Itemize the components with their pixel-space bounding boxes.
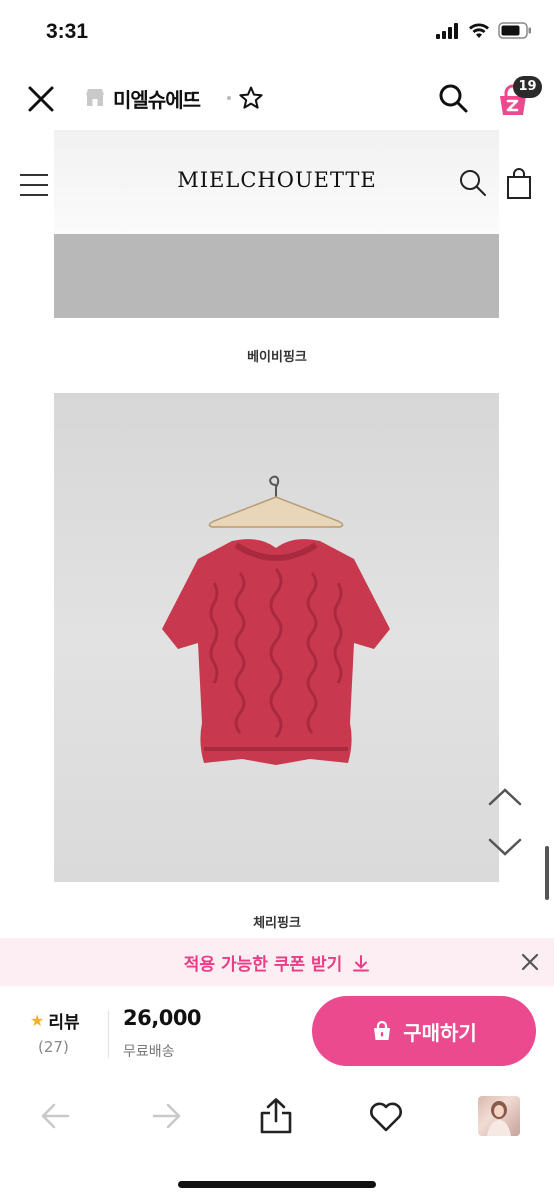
close-icon[interactable]: [24, 82, 58, 116]
review-label: 리뷰: [48, 1013, 80, 1033]
heart-icon[interactable]: [366, 1096, 406, 1136]
buy-button[interactable]: 구매하기: [312, 996, 536, 1066]
product-image-babypink: [54, 234, 499, 318]
status-time: 3:31: [46, 20, 89, 43]
page: 3:31 미엘슈에뜨 19 MIELCHOUETTE 베이비핑크 체리핑크 적용…: [0, 0, 554, 1200]
shop-header: MIELCHOUETTE: [0, 136, 554, 234]
download-icon: [353, 955, 370, 972]
review-button[interactable]: ★ 리뷰: [30, 1008, 80, 1033]
color-caption: 베이비핑크: [247, 350, 307, 365]
review-count: (27): [38, 1038, 69, 1056]
scrollbar[interactable]: [545, 846, 549, 900]
separator-dot: [227, 96, 231, 100]
coupon-label: 적용 가능한 쿠폰 받기: [183, 955, 343, 975]
battery-icon: [498, 22, 531, 39]
star-icon[interactable]: [238, 85, 264, 111]
divider: [108, 1010, 109, 1058]
cart-count-badge: 19: [513, 76, 542, 98]
signal-icon: [436, 22, 458, 39]
status-icons: [436, 22, 532, 39]
store-name[interactable]: 미엘슈에뜨: [113, 84, 201, 113]
shipping-info: 무료배송: [123, 1044, 175, 1060]
scroll-nav: [488, 788, 522, 856]
coupon-banner[interactable]: 적용 가능한 쿠폰 받기: [0, 938, 554, 986]
home-indicator: [178, 1181, 376, 1188]
color-caption: 체리핑크: [253, 916, 301, 931]
product-image-cherrypink: [54, 393, 499, 882]
wifi-icon: [469, 23, 489, 38]
buy-label: 구매하기: [403, 1020, 477, 1045]
chevron-down-icon: [488, 838, 522, 856]
store-webview[interactable]: MIELCHOUETTE 베이비핑크 체리핑크: [0, 130, 554, 938]
app-bar: 미엘슈에뜨 19: [0, 66, 554, 130]
star-icon: ★: [30, 1011, 45, 1030]
forward-arrow-icon[interactable]: [146, 1096, 186, 1136]
chevron-up-icon: [488, 788, 522, 806]
back-arrow-icon[interactable]: [36, 1096, 76, 1136]
purchase-bar: ★ 리뷰 (27) 26,000 무료배송 구매하기: [0, 986, 554, 1078]
search-icon[interactable]: [458, 168, 488, 198]
close-icon[interactable]: [518, 950, 542, 974]
share-icon[interactable]: [256, 1096, 296, 1136]
search-icon[interactable]: [437, 82, 469, 114]
coupon-text[interactable]: 적용 가능한 쿠폰 받기: [0, 950, 554, 975]
lock-bag-icon: [374, 1020, 391, 1040]
status-bar: 3:31: [0, 0, 554, 66]
store-icon: [86, 89, 104, 106]
recent-product-thumbnail[interactable]: [478, 1096, 520, 1136]
bag-icon[interactable]: [506, 168, 532, 200]
price: 26,000: [123, 1006, 202, 1030]
